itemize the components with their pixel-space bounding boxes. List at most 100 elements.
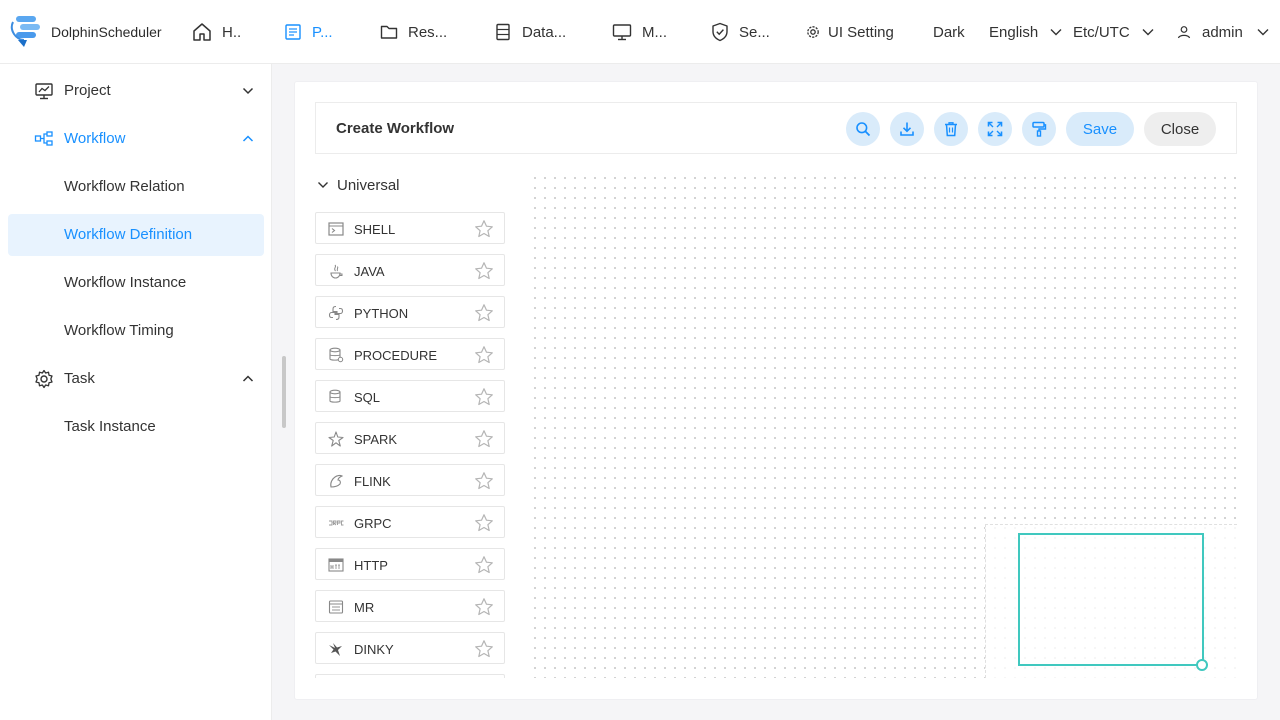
trash-icon bbox=[945, 122, 957, 137]
python-icon bbox=[328, 305, 344, 321]
sidebar-item-project[interactable]: Project bbox=[8, 70, 264, 112]
star-icon[interactable] bbox=[474, 555, 494, 575]
timezone-select[interactable]: Etc/UTC bbox=[1073, 0, 1154, 64]
nav-security[interactable]: Se... bbox=[711, 0, 770, 64]
task-shell[interactable]: SHELL bbox=[315, 212, 505, 244]
star-icon[interactable] bbox=[474, 513, 494, 533]
shell-icon bbox=[328, 222, 344, 236]
star-icon[interactable] bbox=[474, 471, 494, 491]
star-icon[interactable] bbox=[474, 345, 494, 365]
star-icon[interactable] bbox=[474, 303, 494, 323]
sidebar-item-workflow-instance[interactable]: Workflow Instance bbox=[8, 262, 264, 304]
language-select[interactable]: English bbox=[989, 0, 1062, 64]
sidebar-item-label: Workflow Timing bbox=[64, 322, 174, 339]
star-icon[interactable] bbox=[474, 597, 494, 617]
app-logo[interactable]: DolphinScheduler bbox=[10, 14, 170, 50]
editor-toolbar: Create Workflow Save Close bbox=[315, 102, 1237, 154]
nav-label: Se... bbox=[739, 23, 770, 41]
chevron-up-icon bbox=[242, 135, 254, 142]
task-spark[interactable]: SPARK bbox=[315, 422, 505, 454]
folder-icon bbox=[380, 25, 398, 39]
save-button[interactable]: Save bbox=[1066, 112, 1134, 146]
task-name: GRPC bbox=[354, 516, 392, 531]
fullscreen-icon bbox=[987, 121, 1003, 137]
page-title: Create Workflow bbox=[336, 120, 455, 137]
format-button[interactable] bbox=[1022, 112, 1056, 146]
flink-icon bbox=[330, 474, 344, 488]
security-icon bbox=[712, 22, 728, 42]
star-icon[interactable] bbox=[474, 261, 494, 281]
star-icon[interactable] bbox=[474, 387, 494, 407]
dinky-icon bbox=[329, 643, 342, 656]
theme-toggle[interactable]: Dark bbox=[933, 0, 965, 64]
user-menu[interactable]: admin bbox=[1177, 0, 1269, 64]
home-icon bbox=[193, 23, 211, 41]
download-icon bbox=[900, 122, 914, 136]
nav-monitor[interactable]: M... bbox=[612, 0, 667, 64]
task-python[interactable]: PYTHON bbox=[315, 296, 505, 328]
nav-project[interactable]: P... bbox=[284, 0, 333, 64]
language-label: English bbox=[989, 23, 1039, 41]
star-icon[interactable] bbox=[474, 639, 494, 659]
nav-ui-setting[interactable]: UI Setting bbox=[806, 0, 894, 64]
procedure-icon bbox=[329, 347, 344, 363]
task-dinky[interactable]: DINKY bbox=[315, 632, 505, 664]
sidebar-item-label: Workflow Relation bbox=[64, 178, 185, 195]
theme-label: Dark bbox=[933, 23, 965, 41]
minimap-viewport[interactable] bbox=[1018, 533, 1204, 666]
search-button[interactable] bbox=[846, 112, 880, 146]
grpc-icon bbox=[329, 520, 344, 526]
task-group-universal[interactable]: Universal bbox=[315, 172, 505, 198]
task-flink[interactable]: FLINK bbox=[315, 464, 505, 496]
http-icon bbox=[328, 558, 344, 572]
java-icon bbox=[330, 264, 343, 279]
top-header: DolphinScheduler H.. P... Res... Data...… bbox=[0, 0, 1280, 64]
star-icon[interactable] bbox=[474, 429, 494, 449]
sidebar-item-label: Workflow bbox=[64, 130, 126, 147]
task-group-label: Universal bbox=[337, 177, 400, 194]
task-java[interactable]: JAVA bbox=[315, 254, 505, 286]
task-name: FLINK bbox=[354, 474, 391, 489]
project-icon bbox=[285, 24, 301, 40]
sidebar-scrollbar[interactable] bbox=[282, 356, 286, 428]
chevron-down-icon bbox=[242, 87, 254, 95]
database-icon bbox=[496, 23, 510, 41]
star-icon[interactable] bbox=[474, 219, 494, 239]
nav-label: M... bbox=[642, 23, 667, 41]
task-grpc[interactable]: GRPC bbox=[315, 506, 505, 538]
sidebar-item-label: Task Instance bbox=[64, 418, 156, 435]
nav-resource[interactable]: Res... bbox=[380, 0, 447, 64]
paint-roller-icon bbox=[1032, 121, 1047, 137]
close-button[interactable]: Close bbox=[1144, 112, 1216, 146]
delete-button[interactable] bbox=[934, 112, 968, 146]
chevron-down-icon bbox=[1050, 29, 1062, 36]
app-name: DolphinScheduler bbox=[51, 24, 162, 40]
nav-home[interactable]: H.. bbox=[192, 0, 241, 64]
sidebar-item-label: Workflow Definition bbox=[64, 226, 193, 243]
sidebar: Project Workflow Workflow Relation Workf… bbox=[0, 64, 272, 720]
task-sql[interactable]: SQL bbox=[315, 380, 505, 412]
sidebar-item-workflow-definition[interactable]: Workflow Definition bbox=[8, 214, 264, 256]
task-next-partial[interactable] bbox=[315, 674, 505, 678]
sidebar-item-workflow-relation[interactable]: Workflow Relation bbox=[8, 166, 264, 208]
sidebar-item-label: Workflow Instance bbox=[64, 274, 187, 291]
monitor-icon bbox=[612, 24, 632, 41]
task-name: SHELL bbox=[354, 222, 396, 237]
sidebar-item-workflow[interactable]: Workflow bbox=[8, 118, 264, 160]
sidebar-item-task-instance[interactable]: Task Instance bbox=[8, 406, 264, 448]
gear-icon bbox=[807, 26, 819, 38]
nav-datasource[interactable]: Data... bbox=[494, 0, 566, 64]
dolphin-logo-icon bbox=[10, 16, 40, 47]
minimap-resize-handle[interactable] bbox=[1196, 659, 1208, 671]
download-button[interactable] bbox=[890, 112, 924, 146]
presentation-icon bbox=[35, 83, 53, 100]
sidebar-item-task[interactable]: Task bbox=[8, 358, 264, 400]
sidebar-item-workflow-timing[interactable]: Workflow Timing bbox=[8, 310, 264, 352]
task-procedure[interactable]: PROCEDURE bbox=[315, 338, 505, 370]
fullscreen-button[interactable] bbox=[978, 112, 1012, 146]
nav-label: P... bbox=[312, 23, 333, 41]
task-palette[interactable]: SHELL JAVA PYTHON PROCEDURE SQL SPARK FL… bbox=[315, 212, 505, 678]
mr-icon bbox=[328, 600, 344, 614]
task-http[interactable]: HTTP bbox=[315, 548, 505, 580]
task-mr[interactable]: MR bbox=[315, 590, 505, 622]
